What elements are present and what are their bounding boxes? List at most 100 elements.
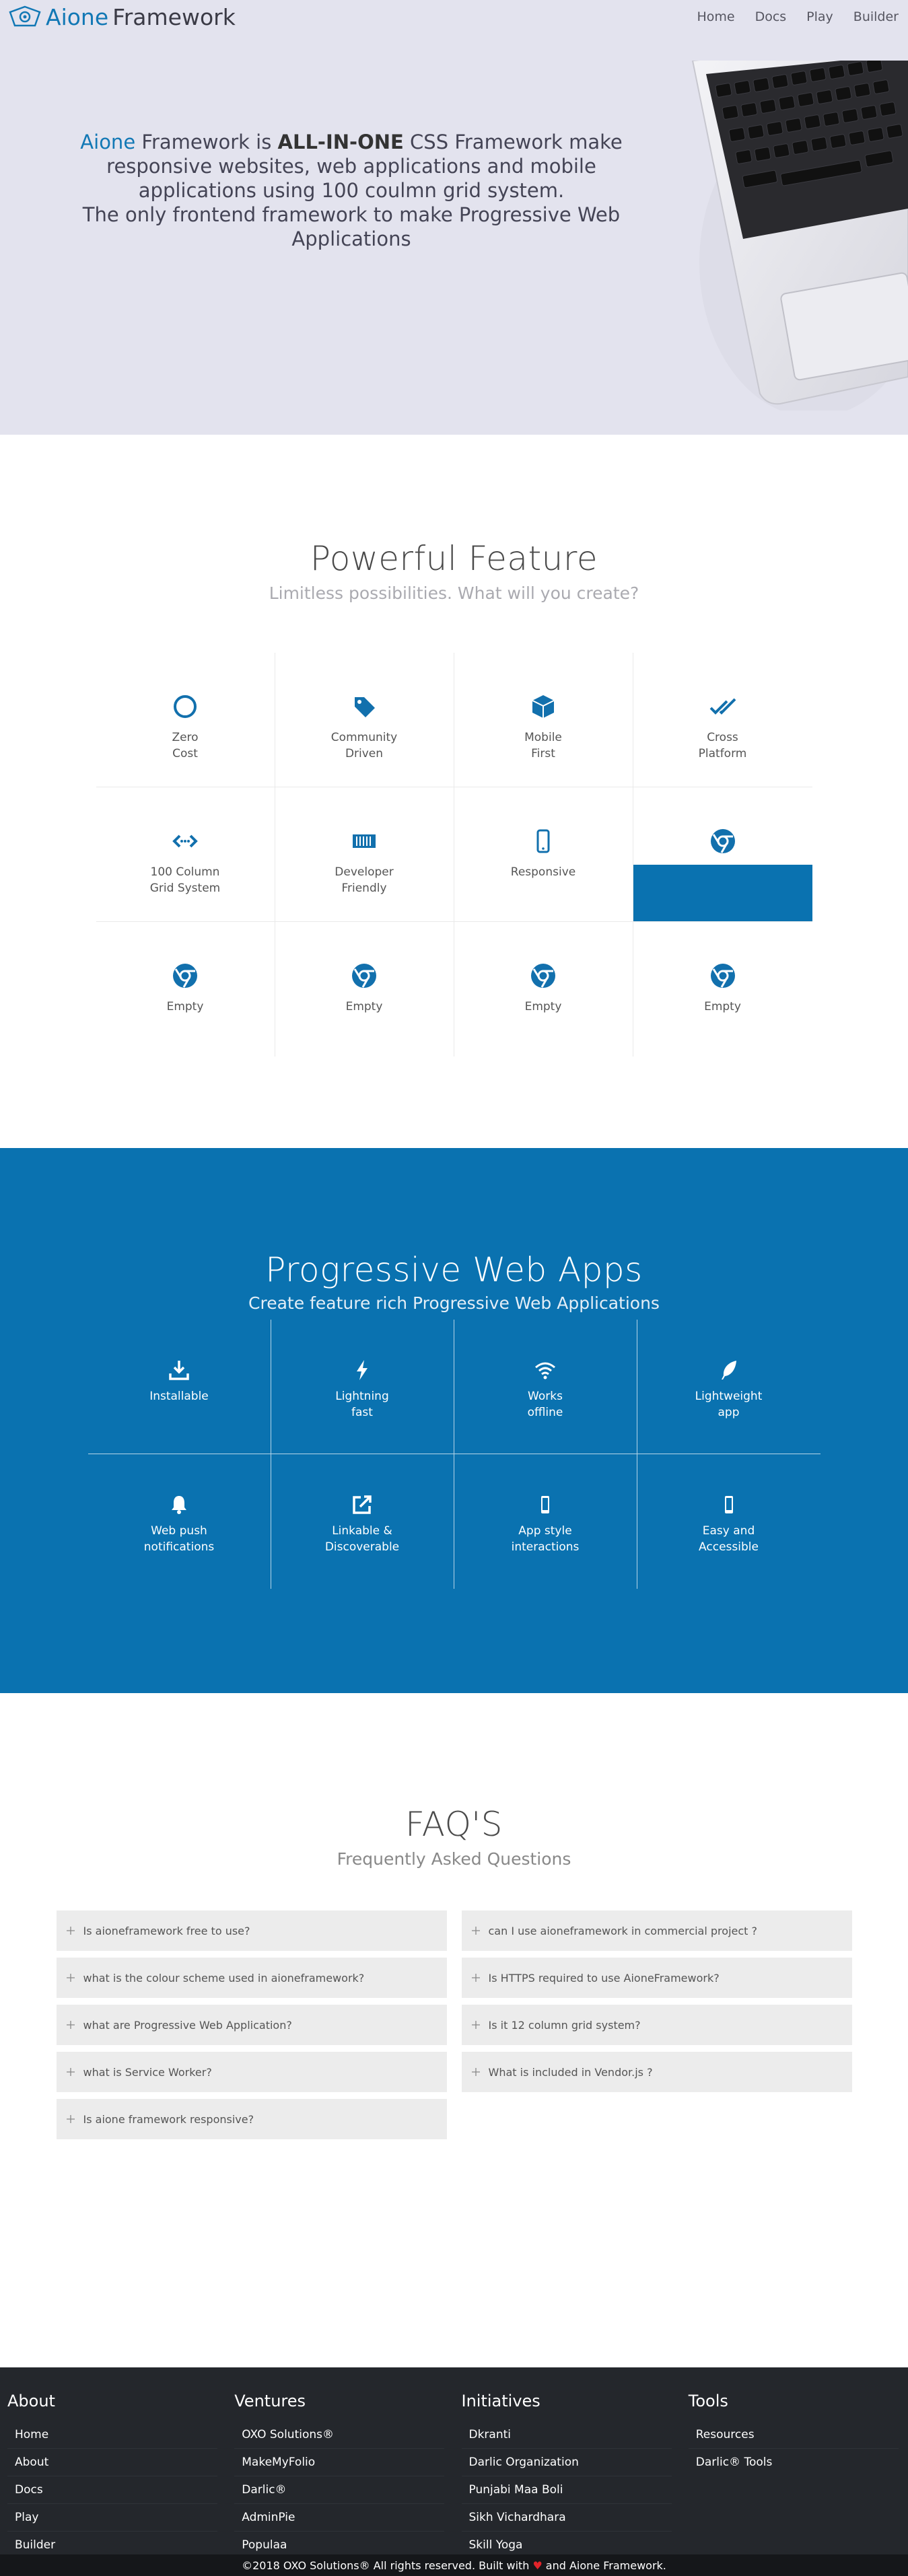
faq-title: FAQ'S <box>405 1805 503 1844</box>
code-arrows-icon <box>172 834 198 848</box>
copyright-prefix: ©2018 OXO Solutions® All rights reserved… <box>242 2559 530 2572</box>
footer-column-title: Initiatives <box>461 2392 540 2410</box>
footer-link[interactable]: Punjabi Maa Boli <box>461 2476 672 2504</box>
footer-link[interactable]: Darlic Organization <box>461 2449 672 2476</box>
plus-icon <box>66 2068 75 2076</box>
lightning-icon <box>357 1360 368 1380</box>
pwa-label: Easy and Accessible <box>699 1524 759 1554</box>
footer-link[interactable]: MakeMyFolio <box>234 2449 445 2476</box>
menu-item-play[interactable]: Play <box>806 9 833 24</box>
feature-label: Mobile First <box>524 731 562 760</box>
feature-cross-platform: Cross Platform <box>633 653 812 787</box>
feature-label: 100 Column Grid System <box>149 865 221 895</box>
footer-column-title: About <box>7 2392 55 2410</box>
pwa-web-push: Web push notifications <box>88 1454 271 1589</box>
footer-link[interactable]: Dkranti <box>461 2421 672 2449</box>
footer-link[interactable]: AdminPie <box>234 2504 445 2532</box>
faq-item[interactable]: Is aione framework responsive? <box>56 2099 447 2139</box>
pwa-label: Installable <box>149 1390 209 1403</box>
plus-icon <box>471 1974 480 1982</box>
copyright-suffix: and Aione Framework. <box>545 2559 666 2572</box>
footer-link[interactable]: Resources <box>688 2421 899 2449</box>
chrome-icon <box>710 964 735 988</box>
laptop-image <box>691 61 908 410</box>
brand-suffix: Framework <box>112 3 236 30</box>
plus-icon <box>471 2068 480 2076</box>
footer-link[interactable]: Docs <box>7 2476 217 2504</box>
feature-label: Community Driven <box>330 731 398 760</box>
pwa-lightning-fast: Lightning fast <box>271 1320 454 1454</box>
feature-highlight[interactable] <box>633 787 812 922</box>
faq-item[interactable]: can I use aioneframework in commercial p… <box>461 1910 852 1951</box>
feature-label: Empty <box>345 1000 383 1013</box>
faq-question: Is aioneframework free to use? <box>83 1924 250 1937</box>
footer-link[interactable]: Home <box>7 2421 217 2449</box>
mobile-icon <box>536 829 550 853</box>
faq-columns: Is aioneframework free to use? what is t… <box>56 1910 852 2146</box>
features-grid: Zero Cost Community Driven Mobile First … <box>96 653 812 1057</box>
faq-item[interactable]: Is it 12 column grid system? <box>461 2005 852 2045</box>
brand-prefix: Aione <box>46 3 109 30</box>
main-menu: Home Docs Play Builder <box>676 9 899 24</box>
plus-icon <box>471 1927 480 1935</box>
menu-item-builder[interactable]: Builder <box>853 9 899 24</box>
hero-headline: Aione Framework is ALL-IN-ONE CSS Framew… <box>48 130 654 251</box>
feature-zero-cost: Zero Cost <box>96 653 275 787</box>
plus-icon <box>66 2021 75 2029</box>
faq-question: Is it 12 column grid system? <box>488 2018 641 2032</box>
pwa-works-offline: Works offline <box>454 1320 637 1454</box>
chrome-icon <box>352 964 376 988</box>
footer-column-ventures: Ventures OXO Solutions® MakeMyFolio Darl… <box>227 2392 454 2559</box>
feature-highlight-block <box>633 865 812 921</box>
hero-line1-mid: Framework is <box>141 131 272 153</box>
features-subtitle: Limitless possibilities. What will you c… <box>269 583 639 603</box>
menu-item-docs[interactable]: Docs <box>755 9 787 24</box>
features-section: Powerful Feature Limitless possibilities… <box>0 435 908 1148</box>
phone-icon <box>541 1496 549 1513</box>
footer-link[interactable]: Sikh Vichardhara <box>461 2504 672 2532</box>
pwa-grid: Installable Lightning fast Works offline… <box>88 1320 820 1589</box>
footer-link[interactable]: Darlic® Tools <box>689 2449 899 2476</box>
faq-item[interactable]: what is the colour scheme used in aionef… <box>56 1958 447 1998</box>
external-link-icon <box>353 1495 372 1514</box>
chrome-icon <box>710 829 735 853</box>
pwa-label: Web push notifications <box>143 1524 215 1554</box>
footer-link[interactable]: Darlic® <box>234 2476 445 2504</box>
aione-logo-icon <box>9 5 41 27</box>
tag-icon <box>355 697 375 717</box>
faq-question: what is Service Worker? <box>83 2065 212 2079</box>
footer-column-title: Tools <box>688 2392 728 2410</box>
feature-grid-system: 100 Column Grid System <box>96 787 275 922</box>
footer-link[interactable]: About <box>7 2449 217 2476</box>
footer-column-tools: Tools Resources Darlic® Tools <box>681 2392 908 2559</box>
feature-empty: Empty <box>633 922 812 1057</box>
feature-empty: Empty <box>454 922 633 1057</box>
pwa-label: Lightning fast <box>335 1390 389 1419</box>
pwa-label: App style interactions <box>511 1524 580 1554</box>
feature-label: Empty <box>524 1000 562 1013</box>
circle-icon <box>174 695 197 718</box>
footer-link[interactable]: OXO Solutions® <box>234 2421 445 2449</box>
pwa-installable: Installable <box>88 1320 271 1454</box>
pwa-accessible: Easy and Accessible <box>637 1454 820 1589</box>
feature-developer-friendly: Developer Friendly <box>275 787 454 922</box>
faq-item[interactable]: what are Progressive Web Application? <box>56 2005 447 2045</box>
hero-section: Aione Framework Home Docs Play Builder A… <box>0 0 908 435</box>
feature-label: Cross Platform <box>698 731 747 760</box>
faq-question: Is HTTPS required to use AioneFramework? <box>488 1971 720 1984</box>
wifi-icon <box>535 1362 555 1380</box>
faq-item[interactable]: Is aioneframework free to use? <box>56 1910 447 1951</box>
footer-link[interactable]: Play <box>7 2504 217 2532</box>
pwa-section: Progressive Web Apps Create feature rich… <box>0 1148 908 1693</box>
footer-column-title: Ventures <box>234 2392 306 2410</box>
faq-item[interactable]: Is HTTPS required to use AioneFramework? <box>461 1958 852 1998</box>
faq-item[interactable]: what is Service Worker? <box>56 2052 447 2092</box>
pwa-lightweight: Lightweight app <box>637 1320 820 1454</box>
brand-logo[interactable]: Aione Framework <box>8 4 236 30</box>
faq-column-right: can I use aioneframework in commercial p… <box>461 1910 852 2146</box>
pwa-subtitle: Create feature rich Progressive Web Appl… <box>248 1293 660 1313</box>
faq-question: What is included in Vendor.js ? <box>488 2065 653 2079</box>
pwa-title: Progressive Web Apps <box>265 1250 643 1289</box>
menu-item-home[interactable]: Home <box>697 9 734 24</box>
faq-item[interactable]: What is included in Vendor.js ? <box>461 2052 852 2092</box>
